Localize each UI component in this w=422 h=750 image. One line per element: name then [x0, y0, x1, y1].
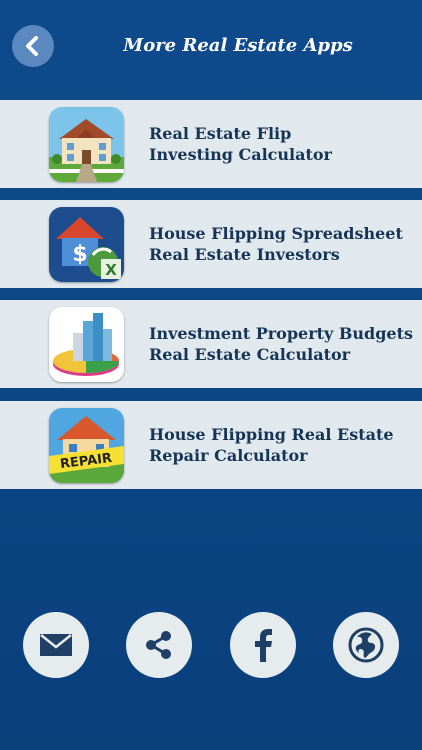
- share-icon: [146, 631, 171, 659]
- app-title: Real Estate Flip Investing Calculator: [149, 100, 418, 188]
- app-title-line1: Real Estate Flip: [149, 124, 292, 143]
- back-button[interactable]: [12, 25, 54, 67]
- facebook-icon: [255, 629, 272, 662]
- share-button[interactable]: [126, 612, 192, 678]
- app-title-line1: Investment Property Budgets: [149, 324, 413, 343]
- app-row-property-budgets[interactable]: Investment Property Budgets Real Estate …: [0, 300, 422, 388]
- app-title-line2: Repair Calculator: [149, 446, 308, 465]
- svg-text:$: $: [72, 242, 87, 267]
- app-row-flip-calculator[interactable]: Real Estate Flip Investing Calculator: [0, 100, 422, 188]
- app-title: House Flipping Real Estate Repair Calcul…: [149, 401, 418, 489]
- buildings-pie-chart-icon: [49, 307, 124, 382]
- app-row-repair-calculator[interactable]: REPAIR House Flipping Real Estate Repair…: [0, 401, 422, 489]
- app-row-flipping-spreadsheet[interactable]: $ X House Flipping Spreadsheet Real Esta…: [0, 200, 422, 288]
- app-title-line1: House Flipping Spreadsheet: [149, 224, 403, 243]
- globe-icon: [348, 627, 384, 663]
- app-title: Investment Property Budgets Real Estate …: [149, 300, 418, 388]
- chevron-left-icon: [26, 36, 38, 56]
- app-title-line1: House Flipping Real Estate: [149, 425, 394, 444]
- header: More Real Estate Apps: [0, 0, 422, 96]
- app-title-line2: Real Estate Investors: [149, 245, 340, 264]
- website-button[interactable]: [333, 612, 399, 678]
- app-title: House Flipping Spreadsheet Real Estate I…: [149, 200, 418, 288]
- facebook-button[interactable]: [230, 612, 296, 678]
- svg-text:X: X: [105, 261, 117, 279]
- page-title: More Real Estate Apps: [123, 35, 353, 56]
- email-button[interactable]: [23, 612, 89, 678]
- envelope-icon: [40, 634, 72, 656]
- house-icon: [49, 107, 124, 182]
- house-dollar-spreadsheet-icon: $ X: [49, 207, 124, 282]
- app-title-line2: Real Estate Calculator: [149, 345, 351, 364]
- house-repair-icon: REPAIR: [49, 408, 124, 483]
- app-title-line2: Investing Calculator: [149, 145, 332, 164]
